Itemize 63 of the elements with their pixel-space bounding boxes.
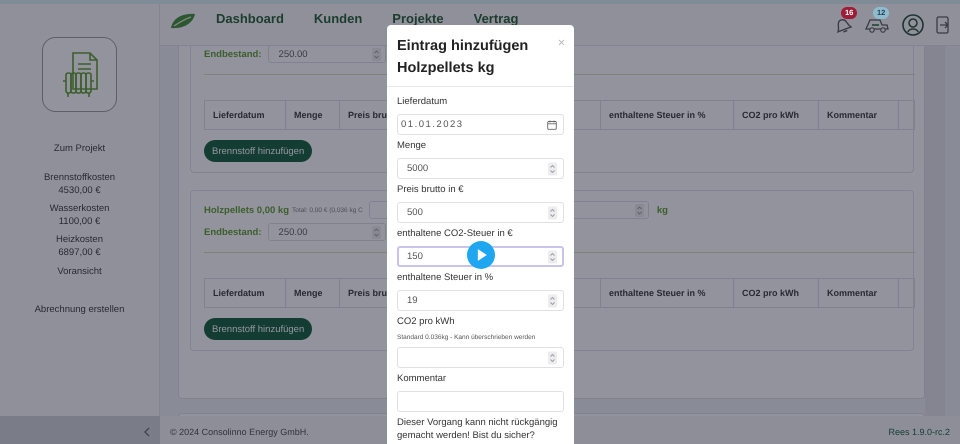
field-label: Menge (397, 139, 428, 153)
column-header: Lieferdatum (205, 101, 286, 129)
column-header: Lieferdatum (205, 279, 286, 307)
collapse-icon[interactable] (144, 427, 150, 437)
column-header: Kommentar (819, 279, 899, 307)
spinner-icon[interactable] (548, 206, 557, 219)
version-text: Rees 1.9.0-rc.2 (888, 427, 950, 437)
close-icon[interactable] (558, 39, 565, 46)
nav-link[interactable]: Projekte (392, 11, 444, 26)
column-header: Menge (286, 279, 340, 307)
radiator-document-icon (42, 37, 117, 112)
column-header: CO2 pro kWh (734, 279, 819, 307)
nav-link[interactable]: Vertrag (474, 11, 518, 26)
cost-label: Heizkosten (56, 234, 103, 246)
column-header: enthaltene Steuer in % (601, 101, 734, 129)
number-field[interactable]: 250.00 (268, 46, 386, 63)
calendar-icon[interactable] (547, 120, 557, 130)
logout-icon[interactable] (936, 16, 950, 34)
column-header: Kommentar (819, 101, 899, 129)
cost-value: 4530,00 € (58, 184, 101, 197)
nav-link[interactable]: Dashboard (216, 11, 284, 26)
dialog-title: Holzpellets kg (397, 59, 496, 78)
copyright-text: © 2024 Consolinno Energy GmbH. (170, 427, 309, 437)
cost-value: 6897,00 € (58, 246, 101, 259)
play-button-icon[interactable] (467, 241, 495, 269)
cost-label: Wasserkosten (50, 203, 110, 216)
column-header: enthaltene Steuer in % (601, 279, 734, 307)
sidebar-link[interactable]: Voransicht (57, 265, 102, 279)
input-field[interactable] (397, 391, 564, 412)
input-field[interactable]: 19 (397, 290, 564, 311)
column-header: Menge (286, 101, 340, 129)
dialog-title: Eintrag hinzufügen (397, 37, 528, 56)
add-fuel-button[interactable]: Brennstoff hinzufügen (204, 140, 312, 162)
spinner-icon[interactable] (548, 250, 557, 263)
nav-link[interactable]: Kunden (314, 11, 362, 26)
warning-text: Dieser Vorgang kann nicht rückgängig gemacht werden! Bist du sicher? (397, 416, 559, 442)
input-field[interactable] (397, 347, 564, 368)
endbestand-label: Endbestand: (204, 226, 262, 238)
add-fuel-button[interactable]: Brennstoff hinzufügen (204, 318, 312, 340)
field-label: Preis brutto in € (397, 183, 465, 197)
spinner-icon[interactable] (548, 294, 557, 307)
sidebar-link[interactable]: Abrechnung erstellen (34, 303, 124, 317)
spinner-icon[interactable] (548, 162, 557, 175)
input-field[interactable]: 5000 (397, 158, 564, 179)
spinner-icon[interactable] (372, 48, 381, 60)
spinner-icon[interactable] (634, 204, 644, 216)
cost-label: Brennstoffkosten (44, 172, 116, 184)
sidebar-link[interactable]: Zum Projekt (54, 142, 106, 156)
input-field[interactable]: 500 (397, 202, 564, 223)
number-field[interactable]: 250.00 (268, 223, 386, 241)
section-title: Holzpellets 0,00 kg (204, 204, 290, 216)
column-header: CO2 pro kWh (734, 101, 819, 129)
endbestand-label: Endbestand: (204, 48, 262, 60)
field-label: CO2 pro kWh (397, 315, 456, 329)
field-label: enthaltene CO2-Steuer in € (397, 227, 514, 241)
unit-label: kg (656, 204, 668, 216)
cost-value: 1100,00 € (58, 216, 100, 228)
field-label: Kommentar (397, 372, 448, 386)
leaf-logo-icon[interactable] (170, 13, 196, 29)
user-icon[interactable] (902, 14, 924, 36)
spinner-icon[interactable] (548, 351, 557, 364)
input-field[interactable]: 01.01.2023 (397, 114, 564, 135)
spinner-icon[interactable] (372, 226, 381, 238)
